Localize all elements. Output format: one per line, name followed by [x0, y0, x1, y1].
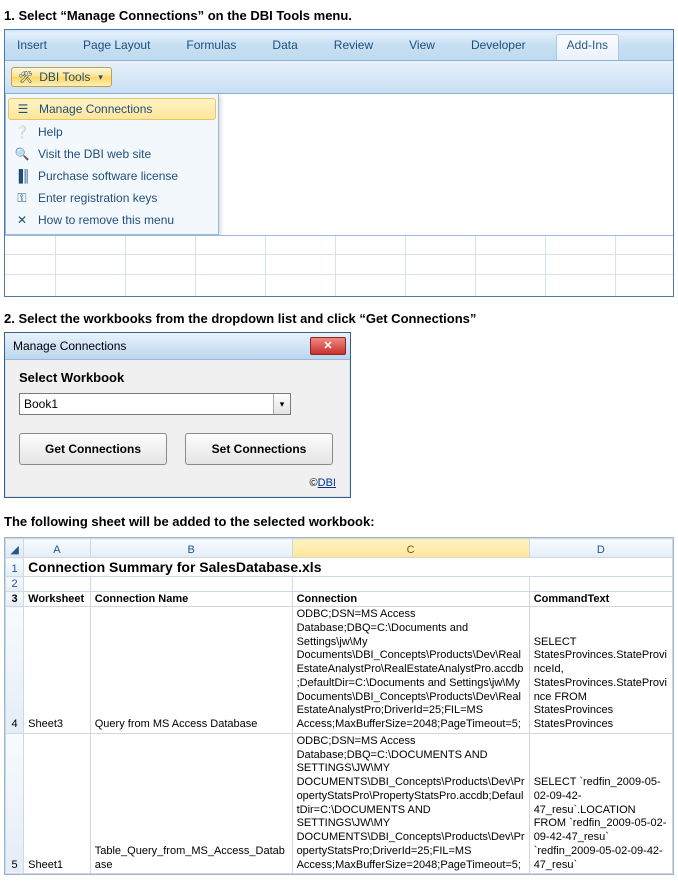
menu-remove[interactable]: ✕ How to remove this menu	[6, 209, 218, 231]
header-connection-name[interactable]: Connection Name	[90, 592, 292, 607]
row-header-1[interactable]: 1	[6, 558, 24, 577]
close-icon: ✕	[14, 212, 30, 228]
header-worksheet[interactable]: Worksheet	[24, 592, 91, 607]
cell-worksheet[interactable]: Sheet1	[24, 733, 91, 874]
chevron-down-icon: ▾	[98, 72, 103, 83]
row-header-3[interactable]: 3	[6, 592, 24, 607]
dbi-tools-label: DBI Tools	[39, 70, 90, 84]
ribbon-tab-review[interactable]: Review	[328, 34, 379, 60]
row-header-2[interactable]: 2	[6, 577, 24, 592]
select-workbook-label: Select Workbook	[19, 370, 336, 385]
workbook-combo[interactable]: Book1 ▾	[19, 393, 291, 415]
ribbon-tab-formulas[interactable]: Formulas	[180, 34, 242, 60]
dbi-tools-button[interactable]: 🛠 DBI Tools ▾	[11, 67, 112, 87]
row-header-5[interactable]: 5	[6, 733, 24, 874]
ribbon-tabs: Insert Page Layout Formulas Data Review …	[5, 30, 673, 61]
header-connection[interactable]: Connection	[292, 592, 529, 607]
step1-title: 1. Select “Manage Connections” on the DB…	[4, 8, 674, 23]
cell-connection[interactable]: ODBC;DSN=MS Access Database;DBQ=C:\DOCUM…	[292, 733, 529, 874]
dialog-credit: ©DBI	[5, 471, 350, 497]
worksheet-grid-bg	[5, 235, 673, 296]
cell[interactable]	[24, 577, 91, 592]
get-connections-button[interactable]: Get Connections	[19, 433, 167, 465]
set-connections-button[interactable]: Set Connections	[185, 433, 333, 465]
cell-connection-name[interactable]: Table_Query_from_MS_Access_Database	[90, 733, 292, 874]
ribbon-tab-addins[interactable]: Add-Ins	[556, 34, 619, 60]
cell-connection-name[interactable]: Query from MS Access Database	[90, 607, 292, 734]
cell[interactable]	[529, 577, 672, 592]
ribbon-tab-view[interactable]: View	[403, 34, 441, 60]
select-all-corner[interactable]: ◢	[6, 539, 24, 558]
dialog-close-button[interactable]: ✕	[310, 337, 346, 355]
ribbon-tab-developer[interactable]: Developer	[465, 34, 532, 60]
menu-label: Visit the DBI web site	[38, 147, 151, 161]
menu-label: Enter registration keys	[38, 191, 157, 205]
globe-icon: 🔍	[14, 146, 30, 162]
cell-worksheet[interactable]: Sheet3	[24, 607, 91, 734]
ribbon-tab-pagelayout[interactable]: Page Layout	[77, 34, 156, 60]
key-icon: ⚿	[14, 190, 30, 206]
workbook-combo-value: Book1	[20, 397, 273, 411]
tools-icon: 🛠	[18, 70, 33, 84]
menu-visit-site[interactable]: 🔍 Visit the DBI web site	[6, 143, 218, 165]
menu-purchase[interactable]: ▐║ Purchase software license	[6, 165, 218, 187]
row-header-4[interactable]: 4	[6, 607, 24, 734]
menu-label: Purchase software license	[38, 169, 178, 183]
col-header-B[interactable]: B	[90, 539, 292, 558]
connections-icon: ☰	[15, 101, 31, 117]
menu-manage-connections[interactable]: ☰ Manage Connections	[8, 98, 216, 120]
sheet-title-cell[interactable]: Connection Summary for SalesDatabase.xls	[24, 558, 673, 577]
ribbon-screenshot: Insert Page Layout Formulas Data Review …	[4, 29, 674, 297]
menu-register[interactable]: ⚿ Enter registration keys	[6, 187, 218, 209]
help-icon: ❔	[14, 124, 30, 140]
cell[interactable]	[90, 577, 292, 592]
menu-label: Help	[38, 125, 63, 139]
col-header-A[interactable]: A	[24, 539, 91, 558]
dialog-title: Manage Connections	[13, 339, 126, 353]
cell-connection[interactable]: ODBC;DSN=MS Access Database;DBQ=C:\Docum…	[292, 607, 529, 734]
menu-label: How to remove this menu	[38, 213, 174, 227]
chevron-down-icon: ▾	[273, 394, 290, 414]
dbi-tools-menu: ☰ Manage Connections ❔ Help 🔍 Visit the …	[5, 94, 219, 235]
menu-help[interactable]: ❔ Help	[6, 121, 218, 143]
header-commandtext[interactable]: CommandText	[529, 592, 672, 607]
close-icon: ✕	[323, 341, 332, 352]
menu-label: Manage Connections	[39, 102, 152, 116]
cell[interactable]	[292, 577, 529, 592]
barcode-icon: ▐║	[14, 168, 30, 184]
col-header-D[interactable]: D	[529, 539, 672, 558]
dbi-link[interactable]: DBI	[318, 477, 336, 489]
connection-summary-sheet: ◢ A B C D 1 Connection Summary for Sales…	[4, 537, 674, 875]
cell-commandtext[interactable]: SELECT `redfin_2009-05-02-09-42-47_resu`…	[529, 733, 672, 874]
sheet-intro-text: The following sheet will be added to the…	[4, 514, 674, 529]
manage-connections-dialog: Manage Connections ✕ Select Workbook Boo…	[4, 332, 351, 498]
cell-commandtext[interactable]: SELECT StatesProvinces.StateProvinceId, …	[529, 607, 672, 734]
ribbon-tab-data[interactable]: Data	[266, 34, 303, 60]
ribbon-tab-insert[interactable]: Insert	[11, 34, 53, 60]
step2-title: 2. Select the workbooks from the dropdow…	[4, 311, 674, 326]
col-header-C[interactable]: C	[292, 539, 529, 558]
